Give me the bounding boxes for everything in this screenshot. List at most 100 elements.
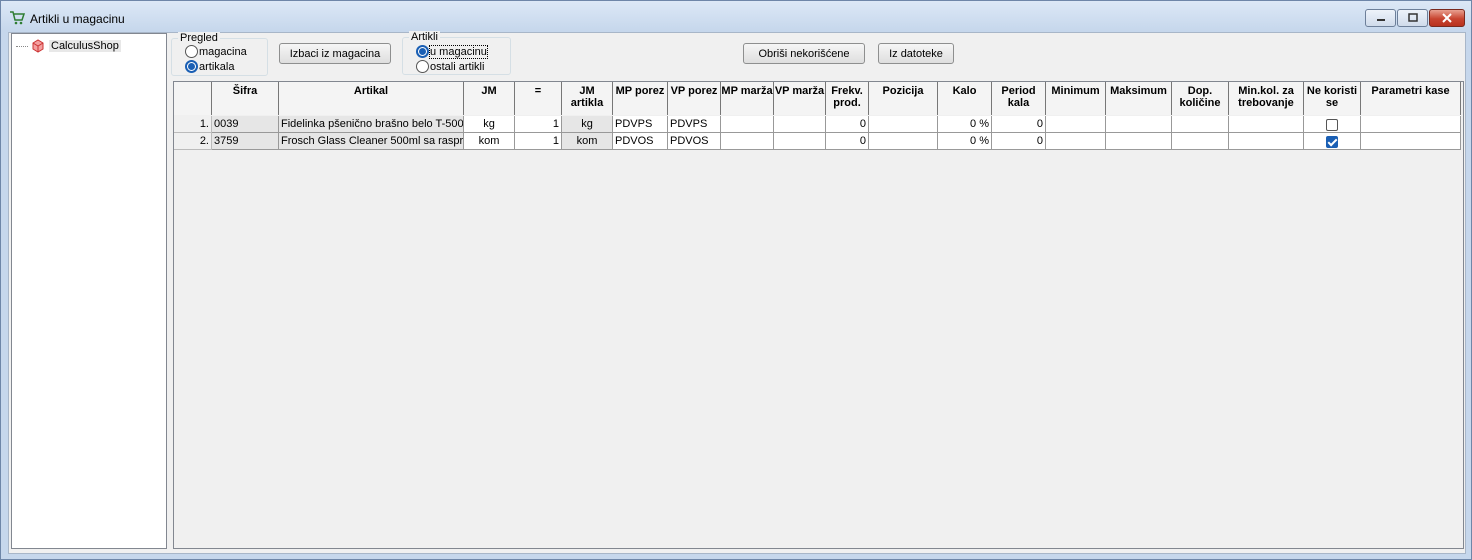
artikli-title: Artikli <box>409 31 440 43</box>
close-button[interactable] <box>1429 9 1465 27</box>
ne-koristi-checkbox[interactable] <box>1326 118 1338 131</box>
header-mp-marza[interactable]: MP marža <box>721 82 774 115</box>
header-jm-artikla[interactable]: JM artikla <box>562 82 613 115</box>
pregled-title: Pregled <box>178 32 220 44</box>
cell-kalo[interactable]: 0 % <box>938 116 992 133</box>
cell-eq[interactable]: 1 <box>515 133 562 150</box>
pregled-group: Pregled magacina artikala <box>171 32 268 76</box>
radio-dot <box>416 60 429 73</box>
grid-header: Šifra Artikal JM = JM artikla MP porez V… <box>174 82 1461 115</box>
cell-dop-kolicine[interactable] <box>1172 133 1229 150</box>
shop-cube-icon <box>32 39 44 53</box>
radio-dot <box>185 45 198 58</box>
radio-label: u magacinu <box>429 44 488 59</box>
main-window: Artikli u magacinu CalculusShop Pregled … <box>0 0 1472 560</box>
cell-min-kol[interactable] <box>1229 133 1304 150</box>
cell-jm-artikla[interactable]: kg <box>562 116 613 133</box>
table-row[interactable]: 2. 3759 Frosch Glass Cleaner 500ml sa ra… <box>174 133 1461 150</box>
izbaci-iz-magacina-button[interactable]: Izbaci iz magacina <box>279 43 391 64</box>
cell-parametri-kase[interactable] <box>1361 116 1461 133</box>
header-kalo[interactable]: Kalo <box>938 82 992 115</box>
tree-connector <box>16 45 28 47</box>
radio-label: magacina <box>199 45 247 58</box>
cell-pozicija[interactable] <box>869 116 938 133</box>
cell-sifra[interactable]: 3759 <box>212 133 279 150</box>
header-mp-porez[interactable]: MP porez <box>613 82 668 115</box>
cell-vp-marza[interactable] <box>774 116 826 133</box>
radio-u-magacinu[interactable]: u magacinu <box>416 44 488 59</box>
header-frekv-prod[interactable]: Frekv. prod. <box>826 82 869 115</box>
radio-ostali-artikli[interactable]: ostali artikli <box>416 60 484 73</box>
header-minimum[interactable]: Minimum <box>1046 82 1106 115</box>
header-min-kol[interactable]: Min.kol. za trebovanje <box>1229 82 1304 115</box>
cell-period-kala[interactable]: 0 <box>992 133 1046 150</box>
header-parametri-kase[interactable]: Parametri kase <box>1361 82 1461 115</box>
header-ne-koristi[interactable]: Ne koristi se <box>1304 82 1361 115</box>
row-number: 1. <box>174 116 212 133</box>
cell-ne-koristi[interactable] <box>1304 116 1361 133</box>
minimize-icon <box>1366 10 1395 26</box>
cell-artikal[interactable]: Frosch Glass Cleaner 500ml sa rasprsk <box>279 133 464 150</box>
cell-jm[interactable]: kom <box>464 133 515 150</box>
cell-jm-artikla[interactable]: kom <box>562 133 613 150</box>
cell-mp-marza[interactable] <box>721 116 774 133</box>
cell-period-kala[interactable]: 0 <box>992 116 1046 133</box>
cell-artikal[interactable]: Fidelinka pšenično brašno belo T-500 <box>279 116 464 133</box>
minimize-button[interactable] <box>1365 9 1396 27</box>
tree-item-calculusshop[interactable]: CalculusShop <box>16 39 121 53</box>
header-artikal[interactable]: Artikal <box>279 82 464 115</box>
row-number: 2. <box>174 133 212 150</box>
radio-artikala[interactable]: artikala <box>185 60 234 73</box>
cell-dop-kolicine[interactable] <box>1172 116 1229 133</box>
cell-eq[interactable]: 1 <box>515 116 562 133</box>
cell-frekv-prod[interactable]: 0 <box>826 116 869 133</box>
shopping-cart-icon <box>10 11 25 25</box>
ne-koristi-checkbox-checked[interactable] <box>1326 135 1338 148</box>
cell-minimum[interactable] <box>1046 116 1106 133</box>
maximize-button[interactable] <box>1397 9 1428 27</box>
maximize-icon <box>1398 10 1427 26</box>
radio-label: artikala <box>199 60 235 73</box>
cell-mp-porez[interactable]: PDVOS <box>613 133 668 150</box>
iz-datoteke-button[interactable]: Iz datoteke <box>878 43 954 64</box>
obrisi-nekoriscene-button[interactable]: Obriši nekorišćene <box>743 43 865 64</box>
title-bar[interactable]: Artikli u magacinu <box>1 1 1471 31</box>
cell-frekv-prod[interactable]: 0 <box>826 133 869 150</box>
radio-dot-selected <box>185 60 198 73</box>
cell-mp-marza[interactable] <box>721 133 774 150</box>
cell-ne-koristi[interactable] <box>1304 133 1361 150</box>
radio-label: ostali artikli <box>430 60 485 73</box>
cell-sifra[interactable]: 0039 <box>212 116 279 133</box>
window-title: Artikli u magacinu <box>30 12 125 26</box>
header-jm[interactable]: JM <box>464 82 515 115</box>
cell-pozicija[interactable] <box>869 133 938 150</box>
cell-kalo[interactable]: 0 % <box>938 133 992 150</box>
cell-minimum[interactable] <box>1046 133 1106 150</box>
header-period-kala[interactable]: Period kala <box>992 82 1046 115</box>
cell-parametri-kase[interactable] <box>1361 133 1461 150</box>
cell-jm[interactable]: kg <box>464 116 515 133</box>
close-icon <box>1430 10 1464 26</box>
cell-min-kol[interactable] <box>1229 116 1304 133</box>
header-dop-kolicine[interactable]: Dop. količine <box>1172 82 1229 115</box>
header-rownum <box>174 82 212 115</box>
radio-dot-selected <box>416 45 429 58</box>
header-sifra[interactable]: Šifra <box>212 82 279 115</box>
artikli-group: Artikli u magacinu ostali artikli <box>402 31 511 75</box>
cell-vp-porez[interactable]: PDVPS <box>668 116 721 133</box>
cell-vp-marza[interactable] <box>774 133 826 150</box>
cell-vp-porez[interactable]: PDVOS <box>668 133 721 150</box>
tree-panel[interactable]: CalculusShop <box>11 33 167 549</box>
header-vp-porez[interactable]: VP porez <box>668 82 721 115</box>
table-row[interactable]: 1. 0039 Fidelinka pšenično brašno belo T… <box>174 116 1461 133</box>
header-eq[interactable]: = <box>515 82 562 115</box>
radio-magacina[interactable]: magacina <box>185 45 247 58</box>
header-maksimum[interactable]: Maksimum <box>1106 82 1172 115</box>
cell-mp-porez[interactable]: PDVPS <box>613 116 668 133</box>
cell-maksimum[interactable] <box>1106 133 1172 150</box>
header-pozicija[interactable]: Pozicija <box>869 82 938 115</box>
header-vp-marza[interactable]: VP marža <box>774 82 826 115</box>
articles-grid[interactable]: Šifra Artikal JM = JM artikla MP porez V… <box>173 81 1464 549</box>
cell-maksimum[interactable] <box>1106 116 1172 133</box>
tree-item-label: CalculusShop <box>49 40 121 52</box>
